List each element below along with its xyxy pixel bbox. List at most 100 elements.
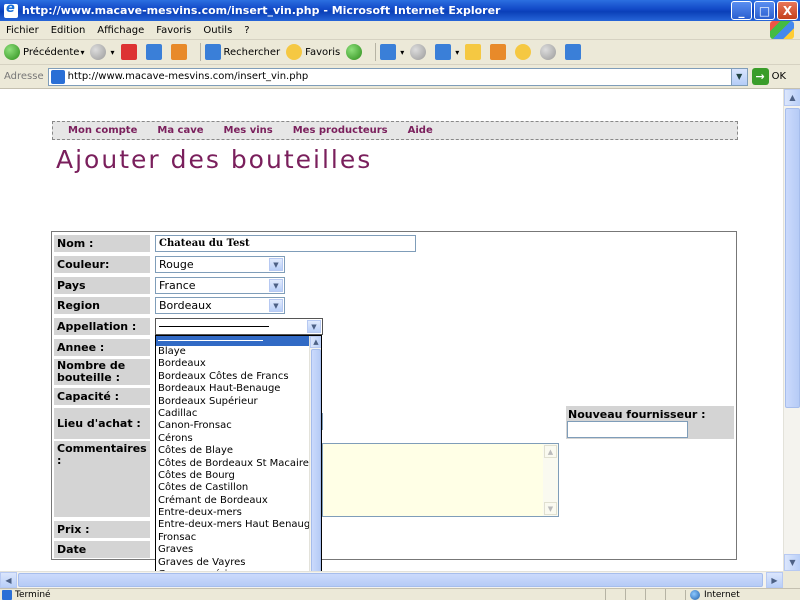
- dropdown-scroll-thumb[interactable]: [311, 349, 321, 571]
- chevron-up-icon[interactable]: ▲: [544, 445, 557, 458]
- h-scroll-thumb[interactable]: [18, 573, 763, 587]
- textarea-scrollbar[interactable]: ▲ ▼: [543, 444, 558, 516]
- dropdown-option[interactable]: Côtes de Castillon: [156, 482, 321, 494]
- go-button[interactable]: → OK: [751, 68, 786, 85]
- forward-icon: [90, 44, 107, 60]
- page-icon: [50, 69, 65, 84]
- label-pays: Pays: [54, 277, 150, 294]
- appellation-dropdown-list[interactable]: Blaye Bordeaux Bordeaux Côtes de Francs Bor…: [155, 335, 322, 571]
- nav-mes-producteurs[interactable]: Mes producteurs: [293, 125, 388, 136]
- zone-label: Internet: [704, 589, 740, 600]
- status-cell: [605, 589, 625, 600]
- chevron-up-icon[interactable]: ▲: [310, 336, 321, 348]
- commentaires-textarea[interactable]: ▲ ▼: [322, 443, 559, 517]
- dropdown-option[interactable]: Cadillac: [156, 408, 321, 420]
- chevron-down-icon: ▼: [269, 279, 283, 292]
- history-icon: [346, 44, 363, 60]
- menu-fichier[interactable]: Fichier: [6, 25, 39, 36]
- chevron-down-icon[interactable]: ▼: [730, 68, 747, 85]
- scroll-thumb[interactable]: [785, 108, 800, 408]
- research-icon: [540, 44, 557, 60]
- dropdown-option[interactable]: Entre-deux-mers Haut Benauge: [156, 519, 321, 531]
- dropdown-option[interactable]: Canon-Fronsac: [156, 420, 321, 432]
- appellation-select[interactable]: ▼: [155, 318, 323, 335]
- dropdown-option[interactable]: Fronsac: [156, 532, 321, 544]
- folder-button[interactable]: [465, 44, 484, 60]
- region-select[interactable]: Bordeaux ▼: [155, 297, 285, 314]
- dropdown-scrollbar[interactable]: ▲: [309, 336, 321, 571]
- maximize-button[interactable]: □: [754, 1, 775, 20]
- search-icon: [204, 44, 221, 60]
- dropdown-option[interactable]: Graves: [156, 544, 321, 556]
- globe-icon: [690, 589, 700, 600]
- nav-mon-compte[interactable]: Mon compte: [68, 125, 137, 136]
- pays-value: France: [159, 279, 196, 292]
- home-button[interactable]: [170, 44, 190, 60]
- edit-button[interactable]: ▾: [435, 44, 459, 60]
- scroll-up-icon[interactable]: ▲: [784, 89, 800, 106]
- region-value: Bordeaux: [159, 299, 212, 312]
- back-label: Précédente: [23, 46, 80, 58]
- mail-button[interactable]: ▾: [380, 44, 404, 60]
- nouveau-fournisseur-input[interactable]: [567, 421, 688, 438]
- research-button[interactable]: [540, 44, 559, 60]
- refresh-icon: [145, 44, 162, 60]
- favorites-button[interactable]: Favoris: [286, 44, 340, 60]
- menu-edition[interactable]: Edition: [51, 25, 86, 36]
- scroll-right-icon[interactable]: ▶: [766, 572, 783, 588]
- menu-help[interactable]: ?: [244, 25, 249, 36]
- menu-affichage[interactable]: Affichage: [97, 25, 144, 36]
- back-icon: [4, 44, 20, 60]
- search-button[interactable]: Rechercher: [204, 44, 280, 60]
- stop-button[interactable]: [120, 44, 140, 60]
- close-button[interactable]: X: [777, 1, 798, 20]
- menu-outils[interactable]: Outils: [203, 25, 232, 36]
- dropdown-option[interactable]: Crémant de Bordeaux: [156, 495, 321, 507]
- dropdown-option[interactable]: Bordeaux: [156, 358, 321, 370]
- dropdown-option[interactable]: Graves de Vayres: [156, 557, 321, 569]
- dropdown-option[interactable]: Bordeaux Supérieur: [156, 396, 321, 408]
- dropdown-option[interactable]: Bordeaux Haut-Benauge: [156, 383, 321, 395]
- back-button[interactable]: Précédente ▾: [4, 44, 84, 60]
- refresh-button[interactable]: [145, 44, 165, 60]
- nom-input[interactable]: Chateau du Test: [155, 235, 416, 252]
- dropdown-option[interactable]: Cérons: [156, 433, 321, 445]
- dropdown-option[interactable]: Blaye: [156, 346, 321, 358]
- label-date: Date: [54, 541, 150, 558]
- page-horizontal-scrollbar[interactable]: ◀ ▶: [0, 571, 783, 588]
- chevron-down-icon[interactable]: ▼: [544, 502, 557, 515]
- add-bottle-form: Nom : Couleur: Pays Region Appellation :…: [51, 231, 737, 560]
- label-nombre-bouteille: Nombre de bouteille :: [54, 359, 150, 385]
- dropdown-option[interactable]: Côtes de Bourg: [156, 470, 321, 482]
- nav-ma-cave[interactable]: Ma cave: [157, 125, 203, 136]
- bluetooth-button[interactable]: [565, 44, 584, 60]
- couleur-value: Rouge: [159, 258, 194, 271]
- page-viewport: Mon compte Ma cave Mes vins Mes producte…: [0, 89, 783, 571]
- pays-select[interactable]: France ▼: [155, 277, 285, 294]
- label-capacite: Capacité :: [54, 388, 150, 405]
- security-zone: Internet: [685, 589, 800, 600]
- chevron-down-icon: ▾: [80, 47, 85, 57]
- page-vertical-scrollbar[interactable]: ▲ ▼: [783, 89, 800, 571]
- history-button[interactable]: [346, 44, 365, 60]
- messenger-button[interactable]: [490, 44, 509, 60]
- scroll-left-icon[interactable]: ◀: [0, 572, 17, 588]
- dropdown-option-selected[interactable]: [156, 336, 321, 346]
- minimize-button[interactable]: _: [731, 1, 752, 20]
- smiley-button[interactable]: [515, 44, 534, 60]
- dropdown-option[interactable]: Bordeaux Côtes de Francs: [156, 371, 321, 383]
- nav-aide[interactable]: Aide: [408, 125, 433, 136]
- scroll-down-icon[interactable]: ▼: [784, 554, 800, 571]
- couleur-select[interactable]: Rouge ▼: [155, 256, 285, 273]
- dropdown-option[interactable]: Côtes de Bordeaux St Macaire: [156, 458, 321, 470]
- print-button[interactable]: [410, 44, 429, 60]
- nav-mes-vins[interactable]: Mes vins: [224, 125, 273, 136]
- address-input[interactable]: http://www.macave-mesvins.com/insert_vin…: [47, 67, 748, 86]
- label-prix: Prix :: [54, 521, 150, 538]
- toolbar: Précédente ▾ ▾ Rechercher Favoris ▾ ▾: [0, 40, 800, 65]
- forward-button[interactable]: ▾: [90, 44, 115, 60]
- dropdown-option[interactable]: Entre-deux-mers: [156, 507, 321, 519]
- dropdown-option[interactable]: Côtes de Blaye: [156, 445, 321, 457]
- scrollbar-corner: [783, 571, 800, 588]
- menu-favoris[interactable]: Favoris: [156, 25, 191, 36]
